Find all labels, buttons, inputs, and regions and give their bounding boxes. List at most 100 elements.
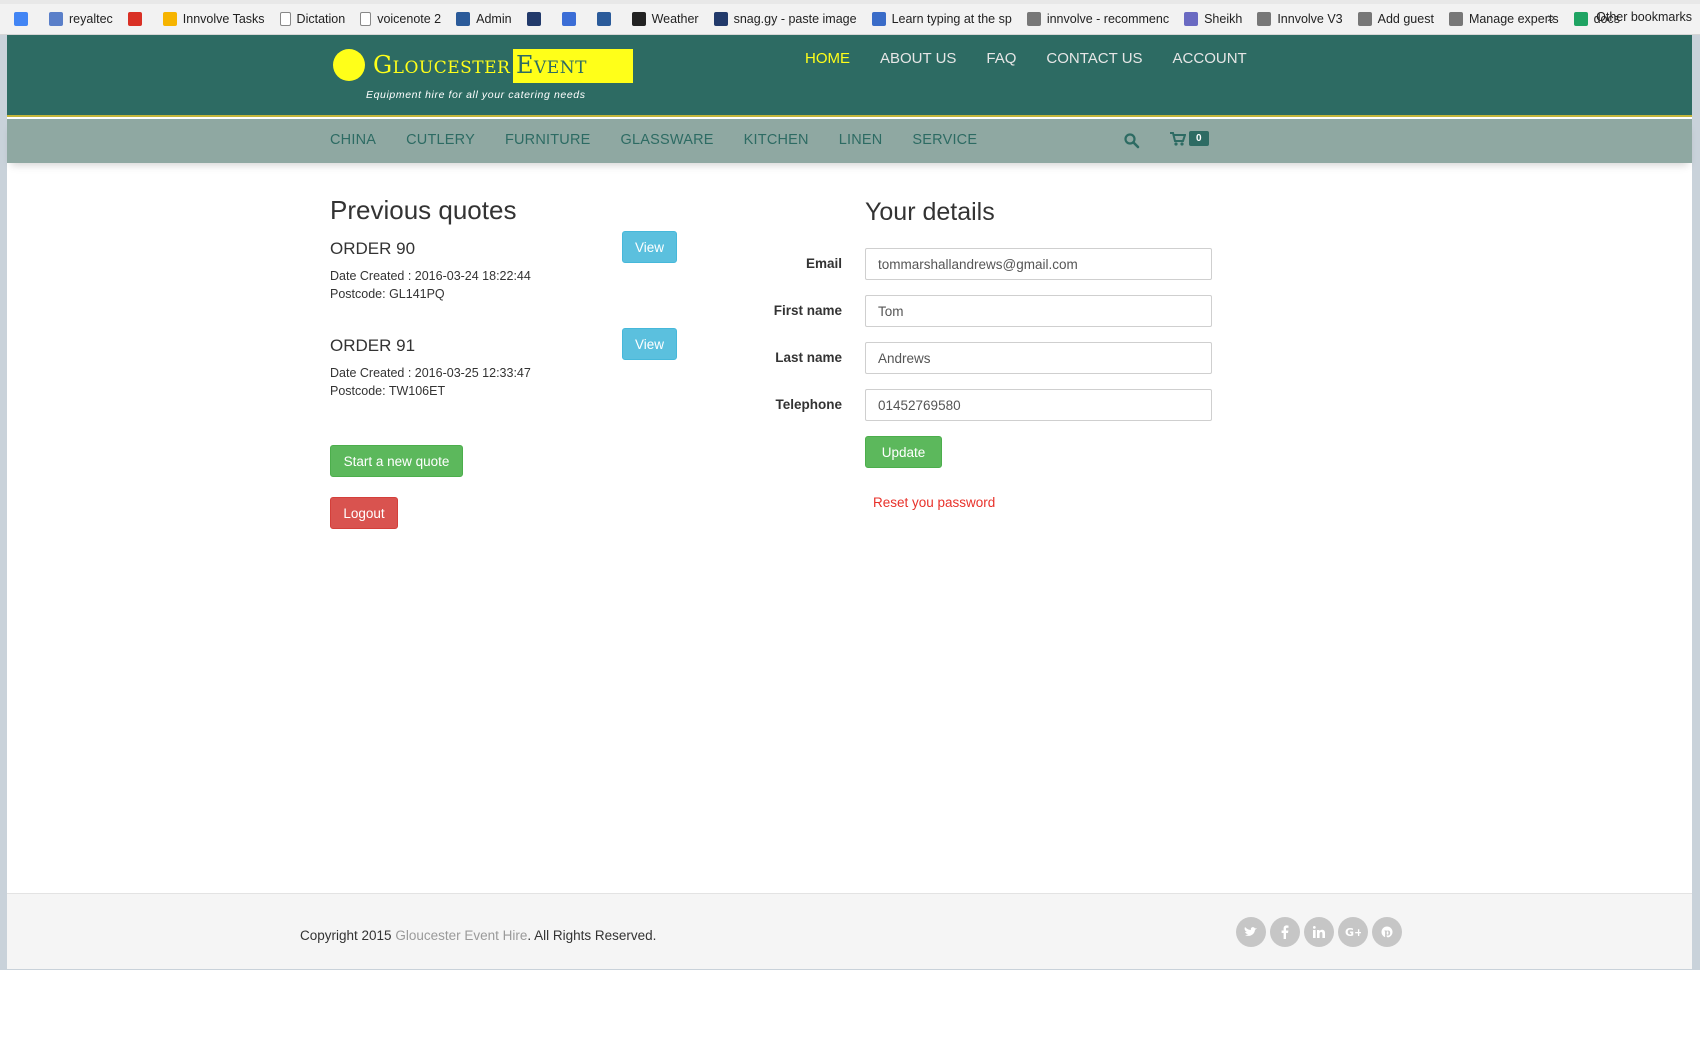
update-button[interactable]: Update	[865, 436, 942, 468]
nav-home[interactable]: HOME	[805, 50, 850, 67]
category-kitchen[interactable]: KITCHEN	[744, 132, 809, 148]
other-bookmarks-button[interactable]: Other bookmarks	[1596, 10, 1692, 24]
cart-button[interactable]: 0	[1170, 131, 1209, 146]
bookmark-item[interactable]: Innvolve Tasks	[162, 12, 265, 26]
desktop-background	[0, 970, 1700, 1041]
nav-contact-us[interactable]: CONTACT US	[1046, 50, 1142, 67]
view-order-button[interactable]: View	[622, 328, 677, 360]
bookmark-label: Sheikh	[1204, 12, 1243, 26]
svg-text:p: p	[1384, 929, 1390, 939]
email-label: Email	[805, 256, 842, 271]
page-icon	[279, 12, 291, 26]
site-logo[interactable]: Gloucester Event Hire Equipment hire for…	[333, 47, 633, 107]
category-bar: CHINA CUTLERY FURNITURE GLASSWARE KITCHE…	[7, 119, 1692, 163]
bookmark-item[interactable]	[14, 12, 34, 26]
telephone-label: Telephone	[775, 397, 842, 412]
logo-tagline: Equipment hire for all your catering nee…	[366, 89, 586, 101]
pinterest-icon[interactable]: p	[1372, 917, 1402, 947]
social-links: G+ p	[1236, 917, 1406, 947]
your-details-heading: Your details	[865, 198, 995, 226]
bookmark-item[interactable]	[127, 12, 148, 26]
category-furniture[interactable]: FURNITURE	[505, 132, 591, 148]
bookmark-item[interactable]	[596, 12, 617, 26]
bookmarks-overflow-button[interactable]: »	[1547, 9, 1555, 25]
site-footer: Copyright 2015 Gloucester Event Hire. Al…	[7, 893, 1692, 970]
bookmark-label: Learn typing at the sp	[891, 12, 1012, 26]
telephone-field[interactable]: 01452769580	[865, 389, 1212, 421]
footer-brand-link[interactable]: Gloucester Event Hire	[395, 928, 527, 943]
category-glassware[interactable]: GLASSWARE	[621, 132, 714, 148]
bookmark-item[interactable]: Learn typing at the sp	[871, 12, 1012, 26]
top-navigation: HOME ABOUT US FAQ CONTACT US ACCOUNT	[805, 50, 1277, 67]
bookmark-label: innvolve - recommenc	[1046, 12, 1170, 26]
copyright-prefix: Copyright 2015	[300, 928, 396, 943]
logo-name-b: Event Hire	[513, 49, 633, 107]
last-name-field[interactable]: Andrews	[865, 342, 1212, 374]
bookmark-list: reyaltec Innvolve Tasks Dictation voicenote…	[14, 12, 1635, 26]
category-china[interactable]: CHINA	[330, 132, 376, 148]
person-icon	[1026, 12, 1041, 26]
logo-name-a: Gloucester	[373, 51, 511, 79]
order-postcode: Postcode: TW106ET	[330, 384, 446, 398]
svg-text:G+: G+	[1345, 926, 1361, 938]
bookmark-label: reyaltec	[69, 12, 113, 26]
first-name-field[interactable]: Tom	[865, 295, 1212, 327]
bookmark-item[interactable]: Innvolve V3	[1257, 12, 1343, 26]
category-cutlery[interactable]: CUTLERY	[406, 132, 475, 148]
bookmark-label: snag.gy - paste image	[733, 12, 857, 26]
category-navigation: CHINA CUTLERY FURNITURE GLASSWARE KITCHE…	[330, 132, 1007, 148]
bookmark-item[interactable]	[526, 12, 547, 26]
copyright-text: Copyright 2015 Gloucester Event Hire. Al…	[300, 928, 656, 943]
logout-button[interactable]: Logout	[330, 497, 398, 529]
bookmark-item[interactable]: Manage experts	[1448, 12, 1559, 26]
bookmark-item[interactable]: Weather	[631, 12, 699, 26]
order-meta: Date Created : 2016-03-24 18:22:44 Postc…	[330, 267, 531, 303]
bookmark-label: Innvolve Tasks	[182, 12, 265, 26]
bookmark-item[interactable]	[561, 12, 582, 26]
bookmark-item[interactable]: Dictation	[279, 12, 346, 26]
start-new-quote-button[interactable]: Start a new quote	[330, 445, 463, 477]
cart-count-badge: 0	[1189, 131, 1209, 146]
bookmark-label: Weather	[651, 12, 699, 26]
view-order-button[interactable]: View	[622, 231, 677, 263]
translate-icon	[49, 12, 63, 26]
last-name-label: Last name	[775, 350, 842, 365]
bookmarks-bar: reyaltec Innvolve Tasks Dictation voicenote…	[0, 0, 1700, 35]
logo-circle-icon	[333, 49, 365, 81]
bookmark-label: Manage experts	[1468, 12, 1559, 26]
nav-account[interactable]: ACCOUNT	[1173, 50, 1247, 67]
bbc-icon	[631, 12, 646, 26]
bookmark-label: Add guest	[1377, 12, 1434, 26]
reset-password-link[interactable]: Reset you password	[873, 495, 995, 510]
person-icon	[1357, 12, 1372, 26]
link-icon	[596, 12, 611, 26]
order-postcode: Postcode: GL141PQ	[330, 287, 445, 301]
category-linen[interactable]: LINEN	[839, 132, 883, 148]
check-circle-icon	[1184, 12, 1199, 26]
keyboard-icon	[871, 12, 886, 26]
nav-faq[interactable]: FAQ	[986, 50, 1016, 67]
bookmark-label: Innvolve V3	[1277, 12, 1343, 26]
bookmark-item[interactable]: reyaltec	[49, 12, 113, 26]
bookmark-label: Dictation	[296, 12, 346, 26]
search-icon[interactable]	[1123, 132, 1141, 150]
nav-about-us[interactable]: ABOUT US	[880, 50, 956, 67]
email-field[interactable]: tommarshallandrews@gmail.com	[865, 248, 1212, 280]
bookmark-item[interactable]: Sheikh	[1184, 12, 1242, 26]
bookmark-item[interactable]: Add guest	[1357, 12, 1434, 26]
person-icon	[1448, 12, 1463, 26]
keep-icon	[162, 12, 177, 26]
bookmark-item[interactable]: snag.gy - paste image	[713, 12, 857, 26]
linkedin-icon[interactable]	[1304, 917, 1334, 947]
facebook-icon[interactable]	[1270, 917, 1300, 947]
twitter-icon[interactable]	[1236, 917, 1266, 947]
person-icon	[1257, 12, 1272, 26]
bookmark-item[interactable]: innvolve - recommenc	[1026, 12, 1170, 26]
sg-icon	[526, 12, 541, 26]
calendar-icon	[561, 12, 576, 26]
category-service[interactable]: SERVICE	[912, 132, 977, 148]
bookmark-item[interactable]: Admin	[456, 12, 512, 26]
google-plus-icon[interactable]: G+	[1338, 917, 1368, 947]
google-icon	[14, 12, 28, 26]
bookmark-item[interactable]: voicenote 2	[360, 12, 441, 26]
